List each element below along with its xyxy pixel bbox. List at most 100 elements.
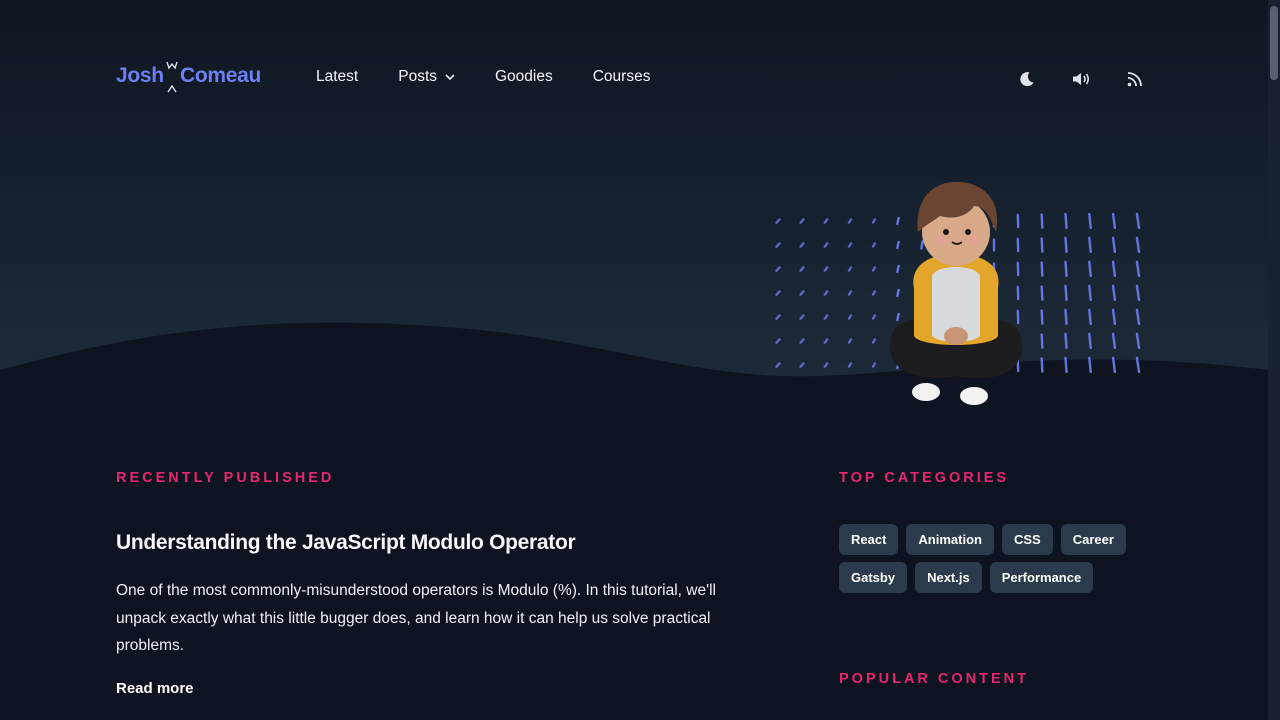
dot-grid-mark <box>1064 213 1068 230</box>
dot-grid-mark <box>1088 236 1092 254</box>
dot-grid-mark <box>1135 308 1141 326</box>
nav-goodies[interactable]: Goodies <box>495 68 553 86</box>
category-career[interactable]: Career <box>1060 524 1126 555</box>
nav-latest-label: Latest <box>316 68 359 85</box>
dot-grid-mark <box>775 242 781 248</box>
logo-first-name: Josh <box>116 64 164 87</box>
scrollbar-thumb[interactable] <box>1270 6 1278 80</box>
dot-grid-mark <box>1040 213 1044 229</box>
dot-grid-mark <box>1064 236 1068 254</box>
sound-toggle[interactable] <box>1070 68 1092 90</box>
category-performance[interactable]: Performance <box>989 562 1094 593</box>
dot-grid-mark <box>1088 284 1092 302</box>
nav-posts-label: Posts <box>398 68 437 85</box>
dot-grid-mark <box>1135 356 1141 373</box>
dot-grid-mark <box>1040 285 1044 301</box>
dot-grid-mark <box>871 362 877 368</box>
dot-grid-mark <box>799 242 805 248</box>
dot-grid-mark <box>1111 236 1117 254</box>
dot-grid-mark <box>823 242 829 248</box>
dot-grid-mark <box>1111 332 1117 350</box>
dot-grid-mark <box>775 338 781 344</box>
nav-courses-label: Courses <box>592 68 651 85</box>
logo-last-name: Comeau <box>180 64 262 87</box>
dot-grid-mark <box>847 338 853 344</box>
dot-grid-mark <box>1111 356 1117 373</box>
chevron-down-icon <box>445 74 455 81</box>
dot-grid-mark <box>1088 213 1092 230</box>
moon-icon <box>1020 72 1034 87</box>
rss-feed-link[interactable] <box>1124 68 1146 90</box>
logo-mark-icon <box>166 61 178 93</box>
dot-grid-mark <box>823 362 829 368</box>
read-more-link[interactable]: Read more <box>116 680 194 697</box>
site-header: Josh Comeau Latest Posts Goodies Courses <box>116 54 1146 102</box>
dot-grid-mark <box>799 362 805 368</box>
dot-grid-mark <box>871 242 877 248</box>
dot-grid-mark <box>775 290 781 296</box>
dot-grid-mark <box>847 242 853 248</box>
dot-grid-mark <box>847 266 853 272</box>
dot-grid-mark <box>847 218 853 224</box>
dot-grid-mark <box>799 338 805 344</box>
dot-grid-mark <box>1111 260 1117 278</box>
dot-grid-mark <box>1040 333 1044 349</box>
dot-grid-mark <box>775 362 781 368</box>
page-scrollbar[interactable] <box>1268 0 1280 720</box>
dot-grid-mark <box>847 314 853 320</box>
dot-grid-mark <box>1111 308 1117 326</box>
dot-grid-mark <box>871 218 877 224</box>
rss-icon <box>1127 72 1142 87</box>
dot-grid-mark <box>1111 284 1117 302</box>
dot-grid-mark <box>1064 356 1068 373</box>
popular-content-heading: POPULAR CONTENT <box>839 671 1029 687</box>
dot-grid-mark <box>775 218 781 224</box>
dot-grid-mark <box>775 314 781 320</box>
dot-grid-mark <box>871 290 877 296</box>
dot-grid-mark <box>847 362 853 368</box>
dot-grid-mark <box>1135 213 1141 230</box>
dot-grid-mark <box>1040 237 1044 253</box>
dot-grid-mark <box>1064 284 1068 302</box>
category-nextjs[interactable]: Next.js <box>915 562 982 593</box>
post-excerpt: One of the most commonly-misunderstood o… <box>116 582 716 654</box>
top-categories-heading: TOP CATEGORIES <box>839 470 1010 486</box>
dot-grid-mark <box>1040 261 1044 277</box>
nav-goodies-label: Goodies <box>495 68 553 85</box>
category-css[interactable]: CSS <box>1001 524 1053 555</box>
dot-grid-mark <box>1064 332 1068 350</box>
dot-grid-mark <box>823 266 829 272</box>
dot-grid-mark <box>1088 308 1092 326</box>
nav-latest[interactable]: Latest <box>316 68 358 86</box>
dark-mode-toggle[interactable] <box>1016 68 1038 90</box>
category-animation[interactable]: Animation <box>906 524 994 555</box>
dot-grid-mark <box>823 314 829 320</box>
post-title-link[interactable]: Understanding the JavaScript Modulo Oper… <box>116 531 576 555</box>
dot-grid-mark <box>1064 308 1068 326</box>
dot-grid-mark <box>871 338 877 344</box>
dot-grid-mark <box>871 266 877 272</box>
dot-grid-mark <box>823 218 829 224</box>
recently-published-heading: RECENTLY PUBLISHED <box>116 470 335 486</box>
dot-grid-mark <box>799 314 805 320</box>
category-react[interactable]: React <box>839 524 899 555</box>
dot-grid-mark <box>871 314 877 320</box>
dot-grid-mark <box>799 290 805 296</box>
dot-grid-mark <box>1040 357 1044 373</box>
main-nav: Latest Posts Goodies Courses <box>316 68 690 86</box>
nav-posts[interactable]: Posts <box>398 68 455 86</box>
dot-grid-mark <box>1135 332 1141 350</box>
dot-grid-mark <box>1088 356 1092 373</box>
dot-grid-mark <box>1135 284 1141 302</box>
dot-grid-mark <box>799 266 805 272</box>
speaker-icon <box>1073 73 1090 85</box>
site-logo[interactable]: Josh Comeau <box>116 60 268 96</box>
dot-grid-mark <box>1088 332 1092 350</box>
nav-courses[interactable]: Courses <box>593 68 651 86</box>
dot-grid-mark <box>1040 309 1044 325</box>
dot-grid-mark <box>799 218 805 224</box>
dot-grid-mark <box>823 290 829 296</box>
category-gatsby[interactable]: Gatsby <box>839 562 908 593</box>
category-list: React Animation CSS Career Gatsby Next.j… <box>839 524 1139 600</box>
dot-grid-mark <box>847 290 853 296</box>
